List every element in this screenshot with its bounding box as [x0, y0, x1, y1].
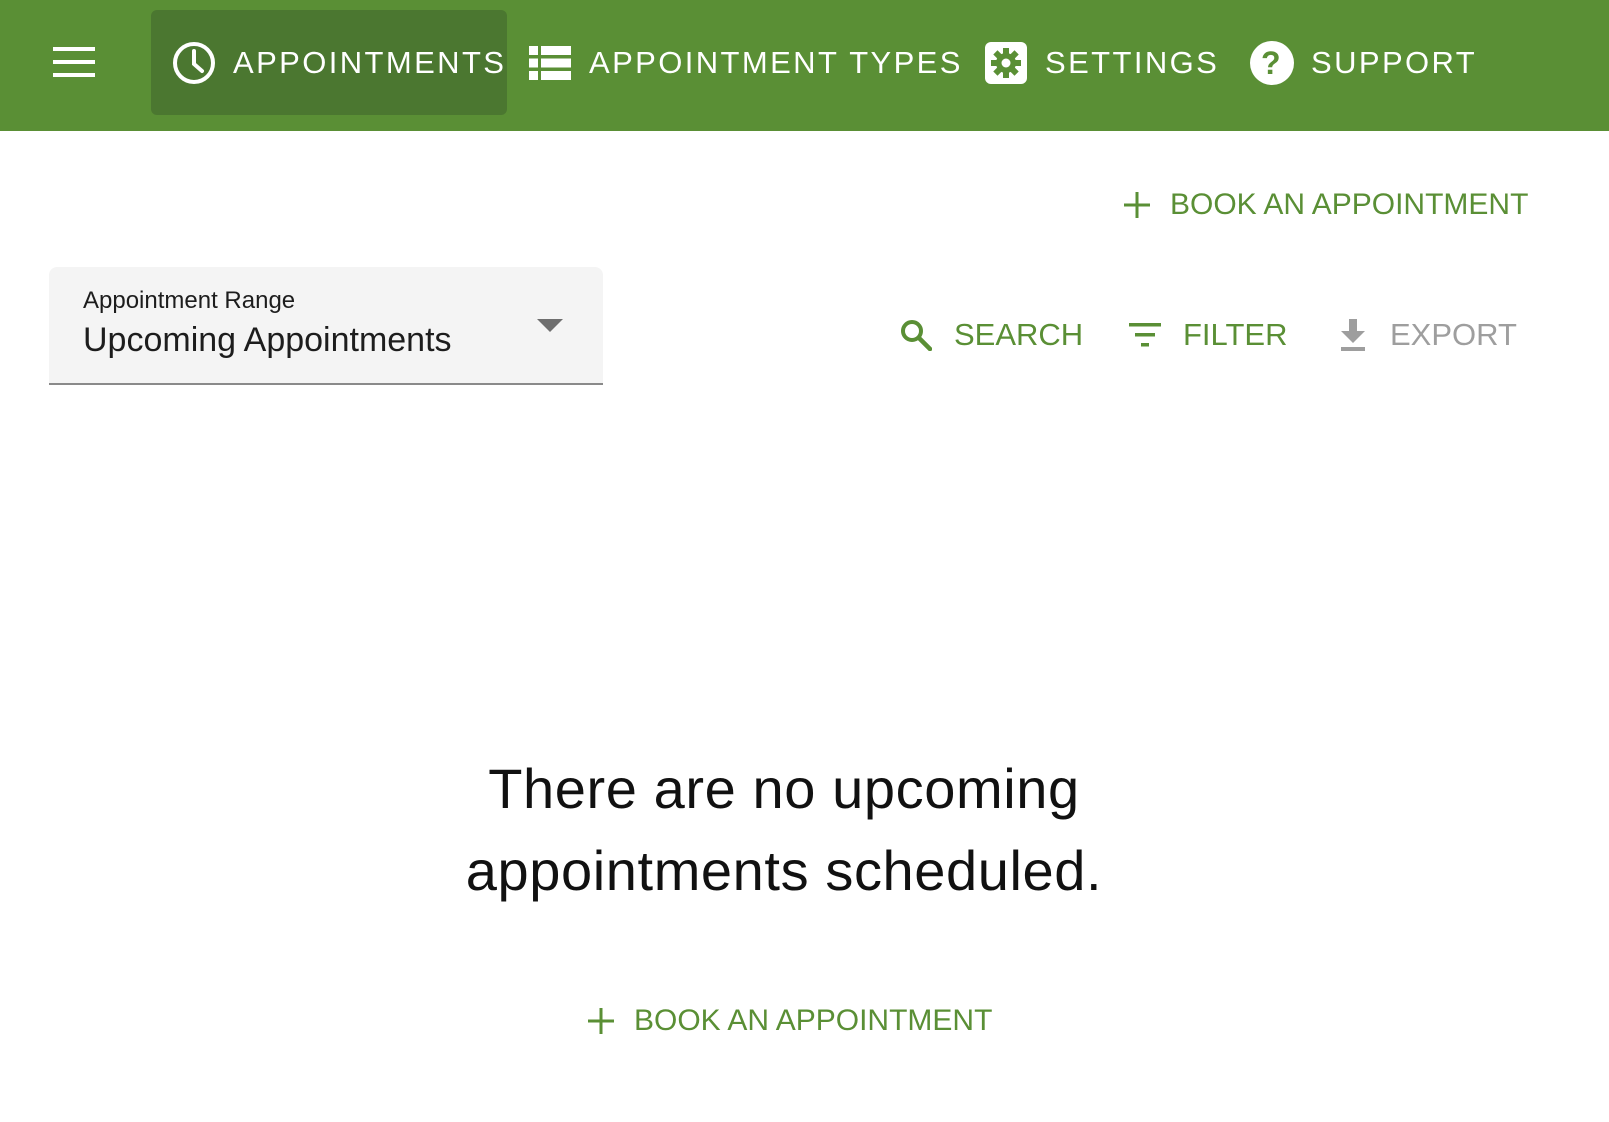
tab-appointment-types-label: APPOINTMENT TYPES: [589, 44, 963, 80]
tab-settings[interactable]: SETTINGS: [963, 10, 1219, 115]
export-label: EXPORT: [1390, 317, 1517, 352]
tab-appointment-types[interactable]: APPOINTMENT TYPES: [507, 10, 963, 115]
tab-appointments-label: APPOINTMENTS: [233, 44, 507, 80]
tab-settings-label: SETTINGS: [1045, 44, 1220, 80]
appointment-range-label: Appointment Range: [83, 287, 296, 314]
list-icon: [527, 40, 573, 86]
plus-icon: [1124, 192, 1150, 218]
tab-support-label: SUPPORT: [1311, 44, 1478, 80]
hamburger-menu-icon: [53, 47, 95, 77]
filter-icon: [1129, 323, 1161, 347]
dropdown-arrow-icon: [537, 319, 563, 338]
menu-button[interactable]: [48, 40, 100, 84]
empty-state-message: There are no upcoming appointments sched…: [380, 748, 1188, 912]
svg-text:?: ?: [1261, 45, 1283, 81]
gear-icon: [983, 40, 1029, 86]
clock-icon: [171, 40, 217, 86]
appointment-range-select[interactable]: Appointment Range Upcoming Appointments: [49, 267, 603, 385]
book-appointment-label: BOOK AN APPOINTMENT: [1170, 188, 1529, 221]
top-app-bar: APPOINTMENTS APPOINTMENT TYPES SETTINGS …: [0, 0, 1609, 131]
export-button[interactable]: EXPORT: [1338, 308, 1517, 362]
search-icon: [900, 319, 932, 351]
empty-state-line-2: appointments scheduled.: [465, 839, 1103, 902]
tab-appointments[interactable]: APPOINTMENTS: [151, 10, 507, 115]
plus-icon: [588, 1008, 614, 1034]
help-circle-icon: ?: [1249, 40, 1295, 86]
appointment-range-value: Upcoming Appointments: [83, 321, 452, 359]
book-appointment-button[interactable]: BOOK AN APPOINTMENT: [1124, 180, 1528, 230]
search-label: SEARCH: [954, 317, 1084, 352]
filter-button[interactable]: FILTER: [1129, 308, 1288, 362]
book-appointment-empty-button[interactable]: BOOK AN APPOINTMENT: [588, 996, 992, 1046]
tab-support[interactable]: ? SUPPORT: [1229, 10, 1477, 115]
book-appointment-empty-label: BOOK AN APPOINTMENT: [634, 1004, 993, 1037]
search-button[interactable]: SEARCH: [900, 308, 1083, 362]
empty-state-line-1: There are no upcoming: [488, 757, 1080, 820]
download-icon: [1338, 319, 1368, 351]
filter-label: FILTER: [1183, 317, 1288, 352]
